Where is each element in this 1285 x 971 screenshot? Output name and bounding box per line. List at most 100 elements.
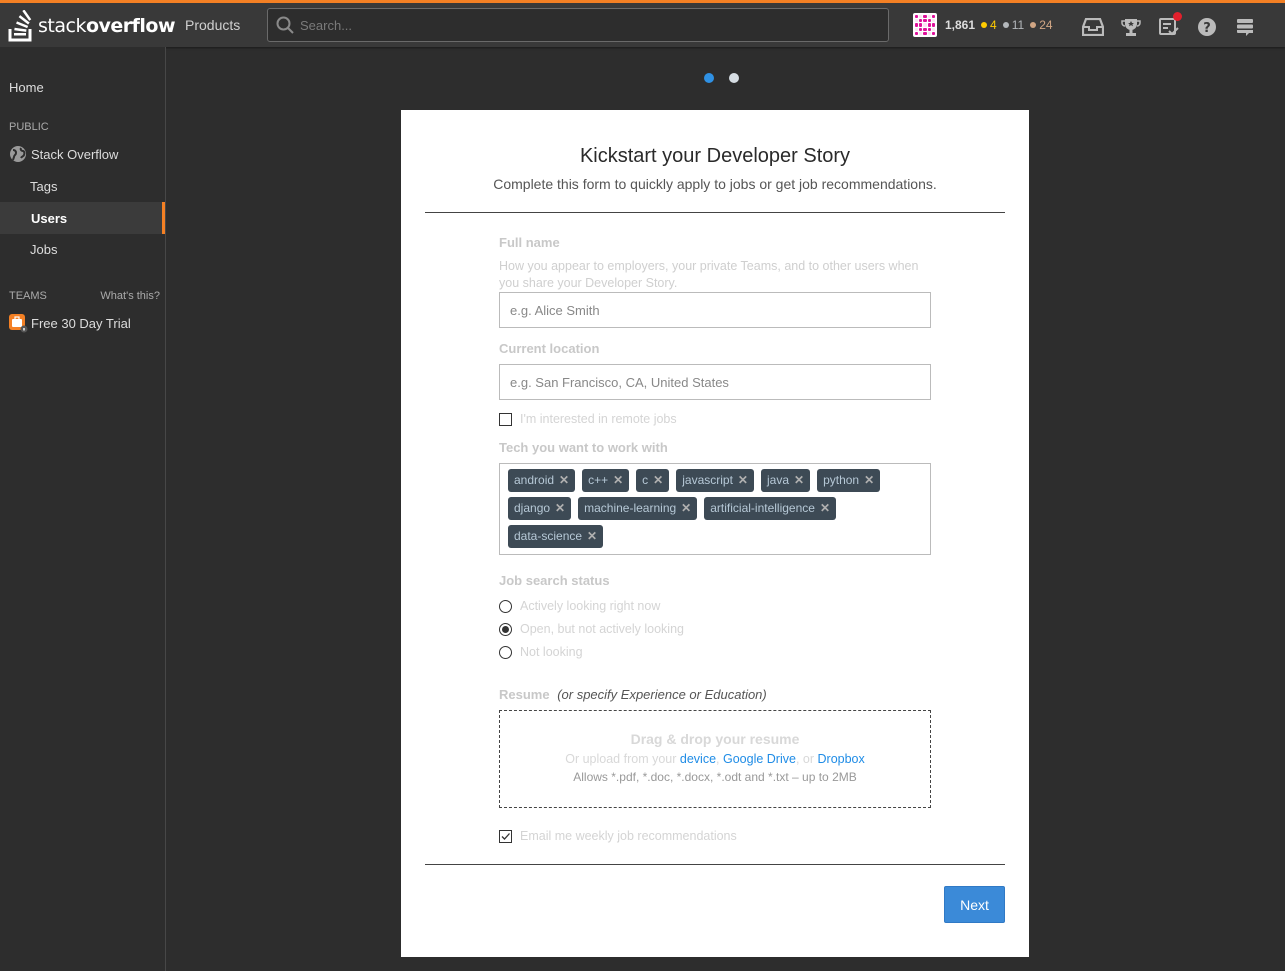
gold-badge-icon xyxy=(981,22,988,28)
tech-tag-label: data-science xyxy=(514,529,583,543)
tech-label: Tech you want to work with xyxy=(499,440,668,455)
notification-dot xyxy=(1173,12,1182,21)
resume-label: Resume xyxy=(499,687,550,702)
sidebar-heading-public: PUBLIC xyxy=(9,121,49,133)
form-subtitle: Complete this form to quickly apply to j… xyxy=(493,176,937,192)
remove-tag-icon[interactable]: ✕ xyxy=(653,469,663,492)
step-dot-2[interactable] xyxy=(729,73,739,83)
remote-jobs-label: I'm interested in remote jobs xyxy=(520,412,677,426)
tech-tag-label: django xyxy=(514,501,551,515)
silver-badge-count: 11 xyxy=(1002,18,1024,32)
step-pager xyxy=(704,73,754,83)
upload-device-link[interactable]: device xyxy=(680,752,716,766)
location-input[interactable] xyxy=(500,365,930,399)
resume-dropzone[interactable]: Drag & drop your resume Or upload from y… xyxy=(499,710,931,808)
remove-tag-icon[interactable]: ✕ xyxy=(613,469,623,492)
email-recs-checkbox[interactable] xyxy=(499,829,512,843)
remove-tag-icon[interactable]: ✕ xyxy=(559,469,569,492)
bronze-badge-count: 24 xyxy=(1030,18,1053,32)
remove-tag-icon[interactable]: ✕ xyxy=(738,469,748,492)
search-icon xyxy=(276,16,294,34)
search-input[interactable] xyxy=(300,17,860,33)
location-label: Current location xyxy=(499,341,600,356)
full-name-field[interactable] xyxy=(499,292,931,328)
radio-button[interactable] xyxy=(499,599,512,613)
remove-tag-icon[interactable]: ✕ xyxy=(555,497,565,520)
radio-button-selected[interactable] xyxy=(499,622,512,636)
tech-tag-label: c++ xyxy=(588,473,609,487)
sidebar-item-stack-overflow[interactable]: Stack Overflow xyxy=(0,138,165,170)
gold-badge-count: 4 xyxy=(981,18,997,32)
teams-briefcase-icon xyxy=(9,314,28,333)
resume-heading: Resume (or specify Experience or Educati… xyxy=(499,687,767,702)
job-status-option-not-looking[interactable]: Not looking xyxy=(499,645,583,659)
form-title: Kickstart your Developer Story xyxy=(579,145,851,167)
stackoverflow-logo-icon xyxy=(8,10,32,42)
upload-google-drive-link[interactable]: Google Drive xyxy=(723,752,796,766)
sidebar-item-tags[interactable]: Tags xyxy=(0,170,165,202)
stackoverflow-logo[interactable]: stackoverflow xyxy=(8,9,176,43)
tech-tag: c ✕ xyxy=(636,469,670,492)
email-recs-option[interactable]: Email me weekly job recommendations xyxy=(499,829,737,843)
tech-tag-label: python xyxy=(823,473,860,487)
tech-tag-label: java xyxy=(766,473,789,487)
tech-tag-label: machine-learning xyxy=(584,501,677,515)
remove-tag-icon[interactable]: ✕ xyxy=(794,469,804,492)
next-button[interactable]: Next xyxy=(944,886,1005,923)
remove-tag-icon[interactable]: ✕ xyxy=(587,525,597,548)
search-box[interactable] xyxy=(267,8,889,42)
silver-badge-icon xyxy=(1002,22,1009,28)
sidebar-item-free-trial[interactable]: Free 30 Day Trial xyxy=(0,307,165,339)
location-field[interactable] xyxy=(499,364,931,400)
reputation-count: 1,861 xyxy=(945,18,976,32)
developer-story-form-card: Kickstart your Developer Story Complete … xyxy=(401,110,1029,957)
tech-tag: data-science ✕ xyxy=(508,525,604,548)
full-name-input[interactable] xyxy=(500,293,930,327)
tech-tag: machine-learning ✕ xyxy=(578,497,698,520)
resume-alt-link[interactable]: (or specify Experience or Education) xyxy=(557,687,767,702)
tech-tag-input[interactable]: android ✕ c++ ✕ c ✕ javascript ✕ java ✕ python ✕ dja… xyxy=(499,463,931,555)
sidebar-item-home[interactable]: Home xyxy=(9,80,44,95)
help-icon[interactable]: ? xyxy=(1194,15,1220,39)
top-bar: stackoverflow Products 1,861 4 11 24 ? xyxy=(0,0,1285,47)
remote-jobs-checkbox[interactable] xyxy=(499,412,512,426)
bronze-badge-icon xyxy=(1030,22,1037,28)
full-name-hint: How you appear to employers, your privat… xyxy=(499,259,919,290)
tech-tag-label: artificial-intelligence xyxy=(710,501,815,515)
review-queue-icon[interactable] xyxy=(1156,12,1182,39)
site-switcher-icon[interactable] xyxy=(1232,15,1258,39)
remove-tag-icon[interactable]: ✕ xyxy=(681,497,691,520)
products-menu[interactable]: Products xyxy=(185,17,240,33)
job-status-option-open[interactable]: Open, but not actively looking xyxy=(499,622,684,636)
avatar[interactable] xyxy=(913,13,937,37)
checkmark-icon xyxy=(501,832,510,840)
bottom-divider xyxy=(425,864,1005,865)
user-card[interactable]: 1,861 4 11 24 xyxy=(913,13,1053,37)
tech-tag: java ✕ xyxy=(760,469,811,492)
achievements-icon[interactable] xyxy=(1118,15,1144,39)
dropzone-title: Drag & drop your resume xyxy=(630,731,800,747)
job-status-option-active[interactable]: Actively looking right now xyxy=(499,599,660,613)
remote-jobs-option[interactable]: I'm interested in remote jobs xyxy=(499,412,677,426)
tech-tag: c++ ✕ xyxy=(582,469,630,492)
logo-text-bold: overflow xyxy=(85,15,176,37)
left-sidebar: Home PUBLIC Stack Overflow Tags Users Jo… xyxy=(0,47,166,971)
step-dot-1-active[interactable] xyxy=(704,73,714,83)
sidebar-item-jobs[interactable]: Jobs xyxy=(0,233,165,265)
logo-text-light: stack xyxy=(38,15,86,37)
full-name-label: Full name xyxy=(499,235,560,250)
sidebar-item-users[interactable]: Users xyxy=(0,202,165,234)
remove-tag-icon[interactable]: ✕ xyxy=(820,497,830,520)
remove-tag-icon[interactable]: ✕ xyxy=(864,469,874,492)
radio-button[interactable] xyxy=(499,645,512,659)
inbox-icon[interactable] xyxy=(1080,15,1106,39)
globe-icon xyxy=(10,146,26,162)
tech-tag: android ✕ xyxy=(508,469,576,492)
email-recs-label: Email me weekly job recommendations xyxy=(520,829,737,843)
tech-tag: artificial-intelligence ✕ xyxy=(704,497,837,520)
job-status-label: Job search status xyxy=(499,573,610,588)
upload-dropbox-link[interactable]: Dropbox xyxy=(818,752,865,766)
tech-tag-label: javascript xyxy=(682,473,733,487)
topbar-icons: ? xyxy=(1080,12,1270,39)
whats-this-link[interactable]: What's this? xyxy=(100,290,160,302)
